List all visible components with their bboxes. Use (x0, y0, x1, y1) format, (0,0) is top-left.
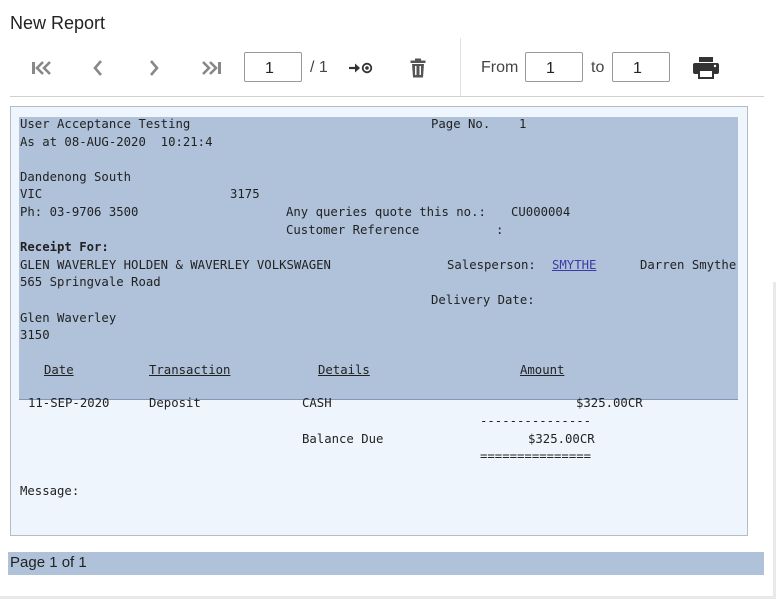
trash-icon (410, 58, 426, 78)
printer-icon (693, 57, 719, 79)
first-page-button[interactable] (22, 38, 62, 98)
company-phone: Ph: 03-9706 3500 (20, 205, 139, 219)
customer-city: Glen Waverley (20, 311, 117, 325)
column-header-date: Date (44, 363, 74, 377)
print-button[interactable] (686, 38, 726, 98)
go-to-page-icon (349, 62, 373, 74)
column-header-details: Details (318, 363, 370, 377)
company-state: VIC (20, 187, 43, 201)
report-timestamp: As at 08-AUG-2020 10:21:4 (20, 135, 213, 149)
customer-number: CU000004 (511, 205, 571, 219)
report-toolbar: / 1 From to (10, 38, 764, 97)
subtotal-rule: --------------- (480, 414, 592, 428)
previous-page-button[interactable] (78, 38, 118, 98)
customer-address: 565 Springvale Road (20, 275, 161, 289)
column-header-amount: Amount (520, 363, 565, 377)
customer-postcode: 3150 (20, 328, 50, 342)
next-page-icon (150, 60, 159, 76)
page-info: Page 1 of 1 (10, 554, 87, 571)
first-page-icon (32, 61, 51, 75)
customer-name: GLEN WAVERLEY HOLDEN & WAVERLEY VOLKSWAG… (20, 258, 331, 272)
to-page-input[interactable] (612, 52, 670, 82)
salesperson-code-link[interactable]: SMYTHE (552, 258, 596, 272)
page-no-label: Page No. (431, 117, 491, 131)
report-preview: User Acceptance Testing Page No. 1 As at… (10, 106, 748, 536)
from-label: From (481, 59, 519, 76)
page-total-label: / 1 (310, 59, 328, 76)
go-to-page-button[interactable] (341, 38, 381, 98)
company-postcode: 3175 (230, 187, 260, 201)
last-page-button[interactable] (191, 38, 231, 98)
from-page-input[interactable] (525, 52, 583, 82)
balance-due-label: Balance Due (302, 432, 384, 446)
page-number-input[interactable] (244, 52, 302, 82)
customer-reference-separator: : (496, 223, 504, 237)
column-header-transaction: Transaction (149, 363, 231, 377)
customer-reference-label: Customer Reference (286, 223, 420, 237)
message-label: Message: (20, 484, 80, 498)
row-transaction: Deposit (149, 396, 201, 410)
report-title: New Report (10, 13, 106, 33)
row-amount: $325.00CR (576, 396, 643, 410)
page-status-bar: Page 1 of 1 (8, 552, 764, 575)
company-suburb: Dandenong South (20, 170, 132, 184)
company-name: User Acceptance Testing (20, 117, 191, 131)
toolbar-divider (460, 38, 461, 96)
salesperson-name: Darren Smythe (640, 258, 737, 272)
next-page-button[interactable] (134, 38, 174, 98)
delivery-date-label: Delivery Date: (431, 293, 535, 307)
receipt-for-label: Receipt For: (20, 240, 109, 254)
salesperson-label: Salesperson: (447, 258, 536, 272)
queries-label: Any queries quote this no.: (286, 205, 486, 219)
total-rule: =============== (480, 449, 592, 463)
row-details: CASH (302, 396, 332, 410)
last-page-icon (202, 61, 221, 75)
page-no-value: 1 (519, 117, 527, 131)
row-date: 11-SEP-2020 (28, 396, 110, 410)
balance-due-value: $325.00CR (528, 432, 595, 446)
delete-report-button[interactable] (398, 38, 438, 98)
previous-page-icon (93, 60, 102, 76)
to-label: to (591, 59, 605, 76)
